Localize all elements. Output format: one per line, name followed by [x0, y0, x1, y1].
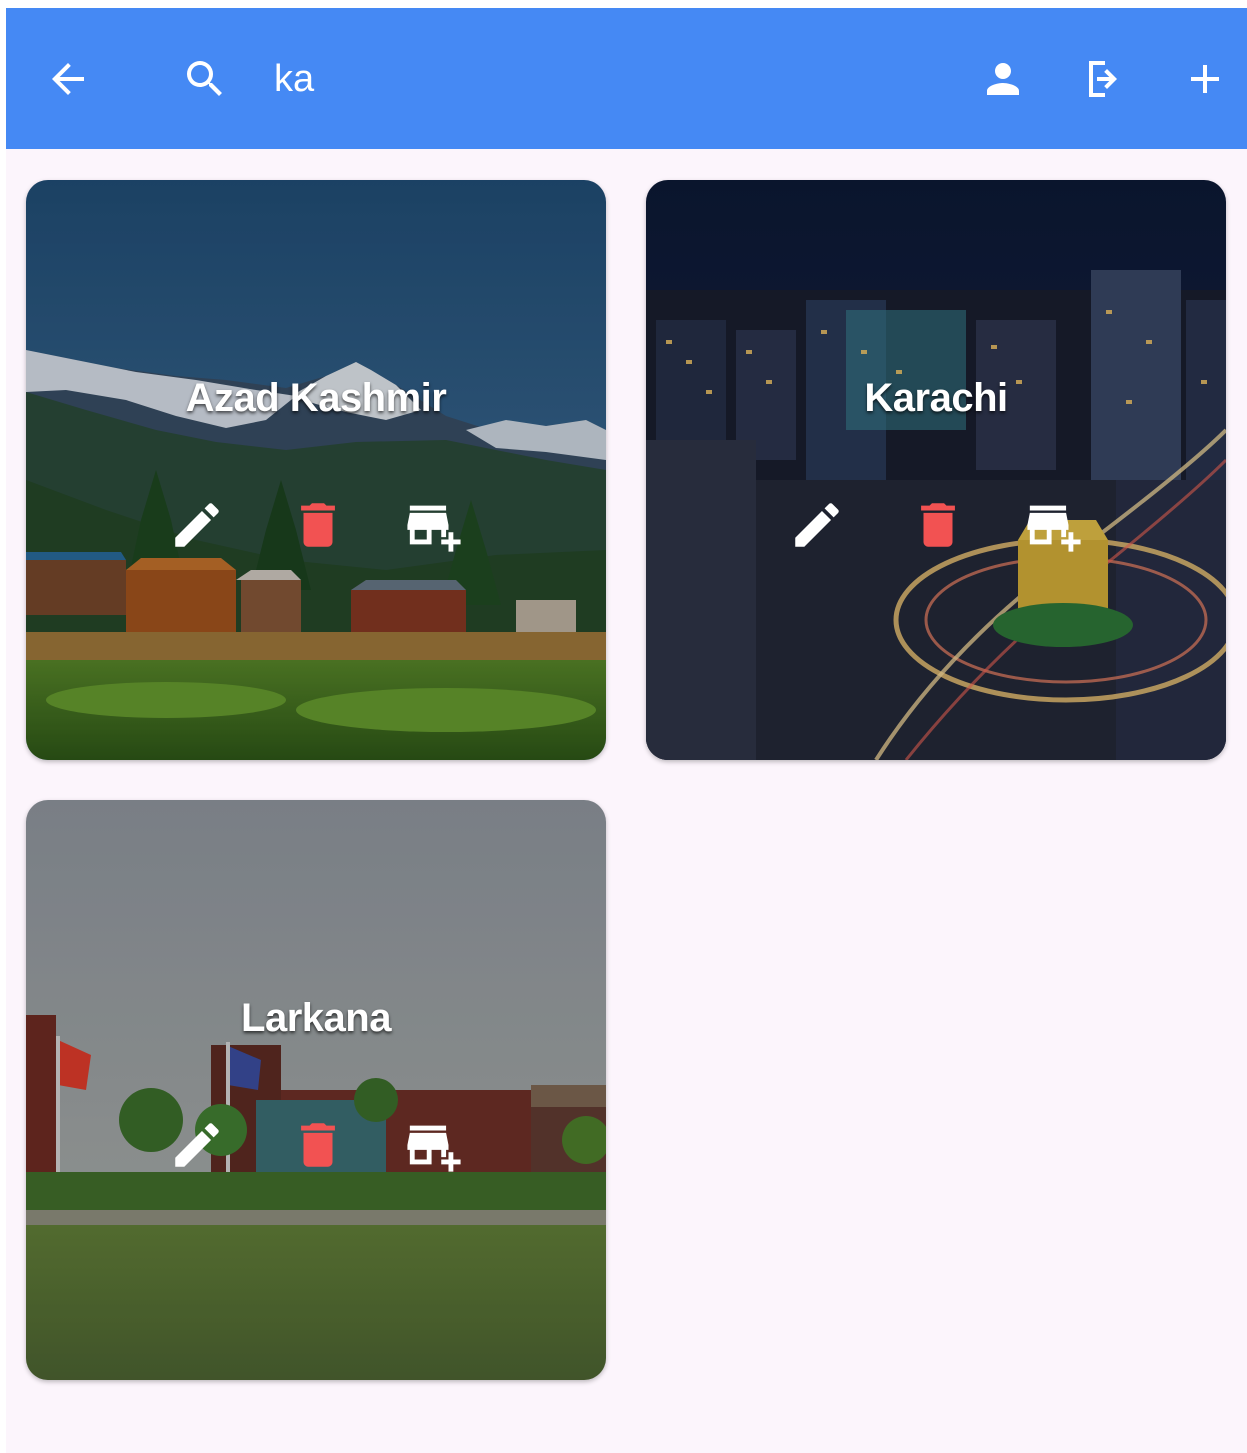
delete-button[interactable] [283, 490, 353, 560]
trash-icon [301, 503, 335, 547]
add-icon [1191, 65, 1219, 93]
card-actions [646, 490, 1226, 570]
edit-button[interactable] [162, 1110, 232, 1180]
city-card-karachi[interactable]: Karachi [646, 180, 1226, 760]
add-store-button[interactable] [399, 1110, 469, 1180]
add-business-icon [407, 505, 461, 552]
city-image-mountain-valley [26, 180, 606, 760]
trash-icon [921, 503, 955, 547]
city-name: Karachi [864, 376, 1008, 420]
search-icon [187, 61, 222, 96]
edit-button[interactable] [162, 490, 232, 560]
back-button[interactable] [39, 50, 97, 108]
logout-icon [1089, 61, 1117, 97]
pencil-icon [795, 503, 839, 547]
city-image-night-skyline [646, 180, 1226, 760]
logout-button[interactable] [1074, 50, 1132, 108]
profile-button[interactable] [974, 50, 1032, 108]
add-store-button[interactable] [1019, 490, 1089, 560]
app-screen: Azad Kashmir [6, 8, 1247, 1453]
delete-button[interactable] [903, 490, 973, 560]
search-button[interactable] [176, 50, 234, 108]
card-actions [26, 1110, 606, 1190]
trash-icon [301, 1123, 335, 1167]
add-business-icon [1027, 505, 1081, 552]
city-name: Larkana [241, 996, 391, 1040]
city-card-azad-kashmir[interactable]: Azad Kashmir [26, 180, 606, 760]
add-store-button[interactable] [399, 490, 469, 560]
top-app-bar [6, 8, 1247, 149]
arrow-back-icon [52, 63, 84, 95]
person-icon [987, 63, 1019, 95]
search-input[interactable] [274, 52, 874, 106]
city-image-campus-lawn [26, 800, 606, 1380]
pencil-icon [175, 1123, 219, 1167]
city-name: Azad Kashmir [185, 376, 447, 420]
city-card-larkana[interactable]: Larkana [26, 800, 606, 1380]
card-actions [26, 490, 606, 570]
pencil-icon [175, 503, 219, 547]
add-business-icon [407, 1125, 461, 1172]
delete-button[interactable] [283, 1110, 353, 1180]
add-button[interactable] [1176, 50, 1234, 108]
edit-button[interactable] [782, 490, 852, 560]
